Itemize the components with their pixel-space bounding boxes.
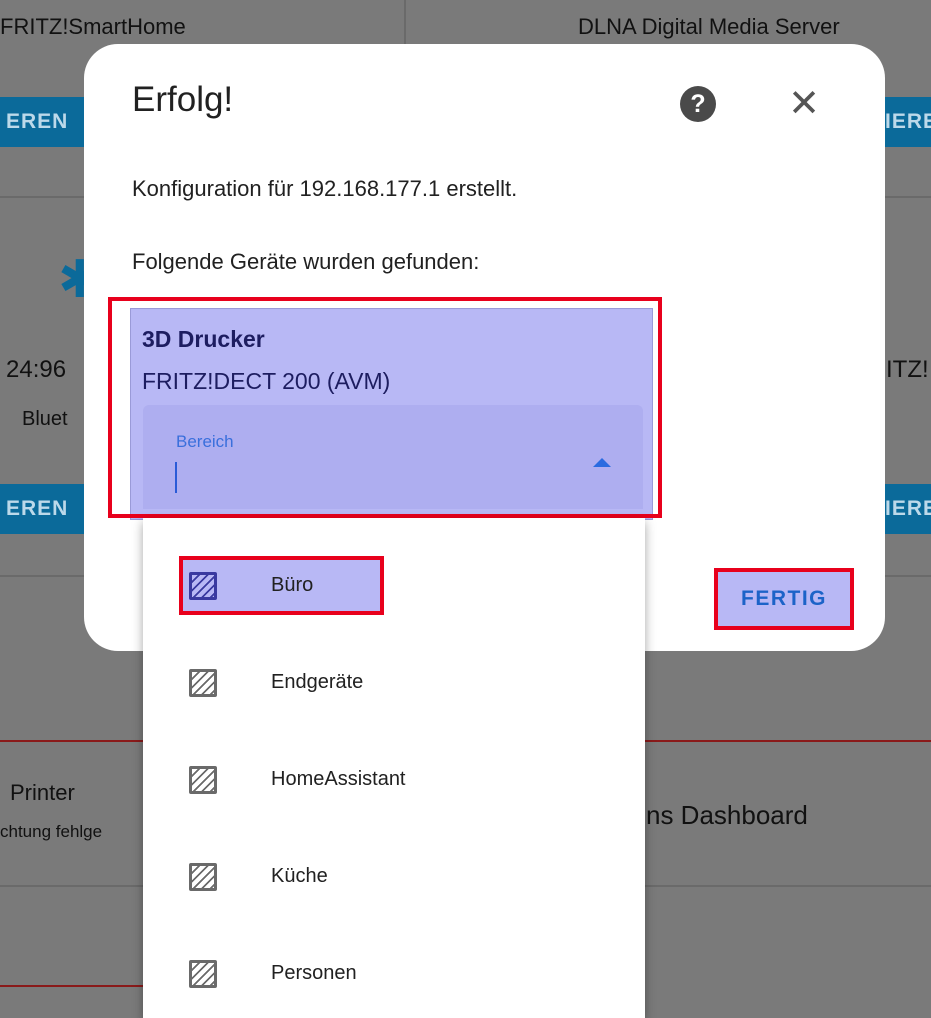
area-field-label: Bereich [176, 432, 234, 451]
option-label: Endgeräte [271, 671, 364, 693]
printer-card-status: chtung fehlge [0, 822, 103, 841]
dropdown-arrow-icon[interactable] [593, 458, 611, 467]
error-indicator-line [0, 985, 143, 987]
card-title-dlna: DLNA Digital Media Server [578, 14, 840, 39]
error-indicator-line [645, 740, 931, 742]
close-icon[interactable]: ✕ [784, 84, 824, 124]
configure-button[interactable]: IERE [885, 484, 931, 534]
help-icon[interactable]: ? [680, 86, 716, 122]
dashboard-card-title: ns Dashboard [646, 800, 808, 830]
area-icon [189, 766, 217, 794]
found-devices-message: Folgende Geräte wurden gefunden: [132, 249, 480, 274]
option-label: HomeAssistant [271, 768, 406, 790]
done-button[interactable]: FERTIG [716, 570, 852, 628]
dropdown-option-homeassistant[interactable]: HomeAssistant [143, 752, 645, 812]
text-cursor [175, 462, 177, 493]
option-label: Küche [271, 865, 328, 887]
area-icon [189, 572, 217, 600]
configure-button[interactable]: IERE [885, 97, 931, 147]
area-icon [189, 669, 217, 697]
device-model: FRITZ!DECT 200 (AVM) [142, 368, 391, 394]
error-indicator-line [0, 740, 143, 742]
fritz-card-title: ITZ! [886, 356, 929, 383]
area-icon [189, 863, 217, 891]
dropdown-option-personen[interactable]: Personen [143, 946, 645, 1006]
area-dropdown-list: Büro Endgeräte HomeAssistant Küche Perso… [143, 518, 645, 1018]
card-title-fritz-smarthome: FRITZ!SmartHome [0, 14, 186, 39]
option-label: Büro [271, 574, 314, 596]
area-icon [189, 960, 217, 988]
mac-address-text: 24:96 [6, 356, 67, 383]
config-message: Konfiguration für 192.168.177.1 erstellt… [132, 176, 518, 201]
dropdown-option-buero[interactable]: Büro [143, 558, 645, 618]
device-name: 3D Drucker [142, 326, 265, 352]
option-label: Personen [271, 962, 357, 984]
dialog-title: Erfolg! [132, 80, 234, 119]
integration-subtitle: Bluet [22, 408, 68, 430]
configure-button[interactable]: EREN [0, 97, 84, 147]
area-select-field[interactable] [143, 405, 643, 509]
configure-button[interactable]: EREN [0, 484, 84, 534]
printer-card-title: Printer [10, 780, 75, 805]
dropdown-option-kueche[interactable]: Küche [143, 849, 645, 909]
dropdown-option-endgeraete[interactable]: Endgeräte [143, 655, 645, 715]
